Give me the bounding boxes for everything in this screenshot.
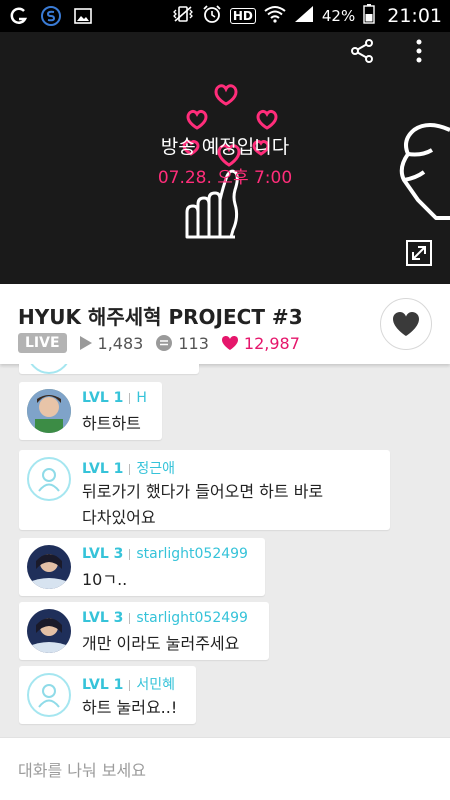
comment-count-value: 113 (178, 333, 209, 353)
expand-icon[interactable] (404, 238, 434, 268)
user-level: LVL 3 (82, 610, 124, 626)
username[interactable]: H (136, 390, 147, 406)
hd-icon: HD (229, 8, 256, 24)
chat-message: LVL 3 starlight052499 10ㄱ.. (19, 538, 265, 596)
avatar (27, 389, 71, 433)
username[interactable]: starlight052499 (136, 610, 248, 626)
chat-input[interactable] (18, 756, 428, 784)
video-player[interactable]: 방송 예정입니다 07.28. 오후 7:00 (0, 32, 450, 284)
chat-input-bar (0, 737, 450, 800)
like-count-value: 12,987 (243, 333, 300, 353)
alarm-icon (202, 4, 222, 28)
avatar (27, 545, 71, 589)
like-button[interactable] (380, 298, 432, 350)
view-count-value: 1,483 (97, 333, 144, 353)
vibrate-icon (172, 5, 194, 27)
play-icon (79, 336, 92, 350)
comment-icon (156, 335, 173, 351)
chat-message: LVL 3 starlight052499 개만 이라도 눌러주세요 (19, 602, 269, 660)
broadcast-stats: LIVE 1,483 113 12,987 (18, 333, 312, 353)
user-level: LVL 3 (82, 546, 124, 562)
battery-label: 42% (321, 7, 356, 25)
broadcast-scheduled-time: 07.28. 오후 7:00 (157, 168, 293, 188)
battery-icon (363, 4, 375, 28)
user-level: LVL 1 (82, 677, 124, 693)
chat-message: LVL 1 정근애 뒤로가기 했다가 들어오면 하트 바로 다차있어요 (19, 450, 390, 530)
chat-message-partial (19, 364, 199, 374)
comment-count: 113 (155, 334, 209, 353)
broadcast-info-card: HYUK 해주세혁 PROJECT #3 LIVE 1,483 113 12,9… (0, 284, 450, 364)
message-text: 하트하트 (82, 414, 141, 433)
live-badge: LIVE (18, 333, 67, 353)
gallery-icon (72, 6, 94, 26)
message-text: 개만 이라도 눌러주세요 (82, 634, 240, 653)
avatar (27, 364, 71, 374)
app-icon-s (40, 6, 62, 26)
like-count: 12,987 (221, 334, 300, 353)
username[interactable]: 서민혜 (136, 677, 175, 693)
default-avatar-icon (38, 468, 60, 492)
username[interactable]: starlight052499 (136, 546, 248, 562)
more-icon[interactable] (409, 38, 429, 64)
broadcast-scheduled-text: 방송 예정입니다 (160, 136, 290, 158)
chat-list[interactable]: LVL 1 H 하트하트 LVL 1 정근애 뒤로가기 했다가 들어오면 하트 바로… (0, 364, 450, 737)
wifi-icon (264, 5, 286, 27)
view-count: 1,483 (79, 333, 144, 353)
chat-message: LVL 1 서민혜 하트 눌러요..! (19, 666, 196, 724)
signal-icon (294, 5, 314, 27)
app-icon-g (8, 6, 30, 26)
message-text: 하트 눌러요..! (82, 698, 178, 717)
heart-icon (221, 336, 238, 350)
avatar (27, 457, 71, 501)
username[interactable]: 정근애 (136, 461, 175, 477)
status-bar: HD 42% 21:01 (0, 0, 450, 32)
chat-message: LVL 1 H 하트하트 (19, 382, 162, 440)
user-level: LVL 1 (82, 461, 124, 477)
user-level: LVL 1 (82, 390, 124, 406)
avatar (27, 609, 71, 653)
default-avatar-icon (38, 684, 60, 708)
avatar (27, 673, 71, 717)
message-text: 뒤로가기 했다가 들어오면 하트 바로 다차있어요 (82, 482, 324, 527)
share-icon[interactable] (349, 38, 375, 64)
message-text: 10ㄱ.. (82, 570, 128, 589)
broadcast-title: HYUK 해주세혁 PROJECT #3 (18, 305, 303, 329)
heart-icon (393, 312, 419, 336)
clock: 21:01 (387, 5, 442, 27)
